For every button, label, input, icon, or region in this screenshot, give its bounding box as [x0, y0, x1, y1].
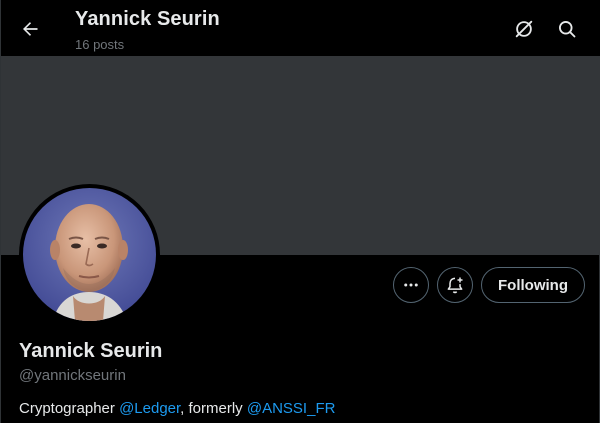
display-name: Yannick Seurin [19, 340, 163, 362]
more-icon [404, 283, 418, 287]
notifications-button[interactable] [437, 267, 473, 303]
search-button[interactable] [552, 14, 582, 44]
following-button[interactable]: Following [481, 267, 585, 303]
more-options-button[interactable] [393, 267, 429, 303]
avatar[interactable] [19, 184, 160, 325]
post-count: 16 posts [75, 37, 125, 52]
back-button[interactable] [13, 12, 47, 46]
bell-plus-icon [447, 277, 463, 294]
mention-link-ledger[interactable]: @Ledger [119, 400, 180, 417]
profile-page: Yannick Seurin 16 posts Following Yannic… [0, 0, 600, 423]
top-bar: Yannick Seurin 16 posts [1, 0, 600, 56]
profile-bio: Cryptographer @Ledger, formerly @ANSSI_F… [19, 400, 335, 417]
search-icon [559, 21, 576, 38]
mention-link-anssi[interactable]: @ANSSI_FR [247, 400, 336, 417]
avatar-photo [23, 188, 156, 321]
bio-text-middle: , formerly [180, 400, 247, 417]
bio-text-prefix: Cryptographer [19, 400, 120, 417]
user-handle: @yannickseurin [19, 367, 126, 384]
arrow-left-icon [23, 22, 38, 36]
grok-button[interactable] [509, 14, 539, 44]
grok-icon [515, 20, 533, 38]
page-title: Yannick Seurin [75, 8, 220, 30]
